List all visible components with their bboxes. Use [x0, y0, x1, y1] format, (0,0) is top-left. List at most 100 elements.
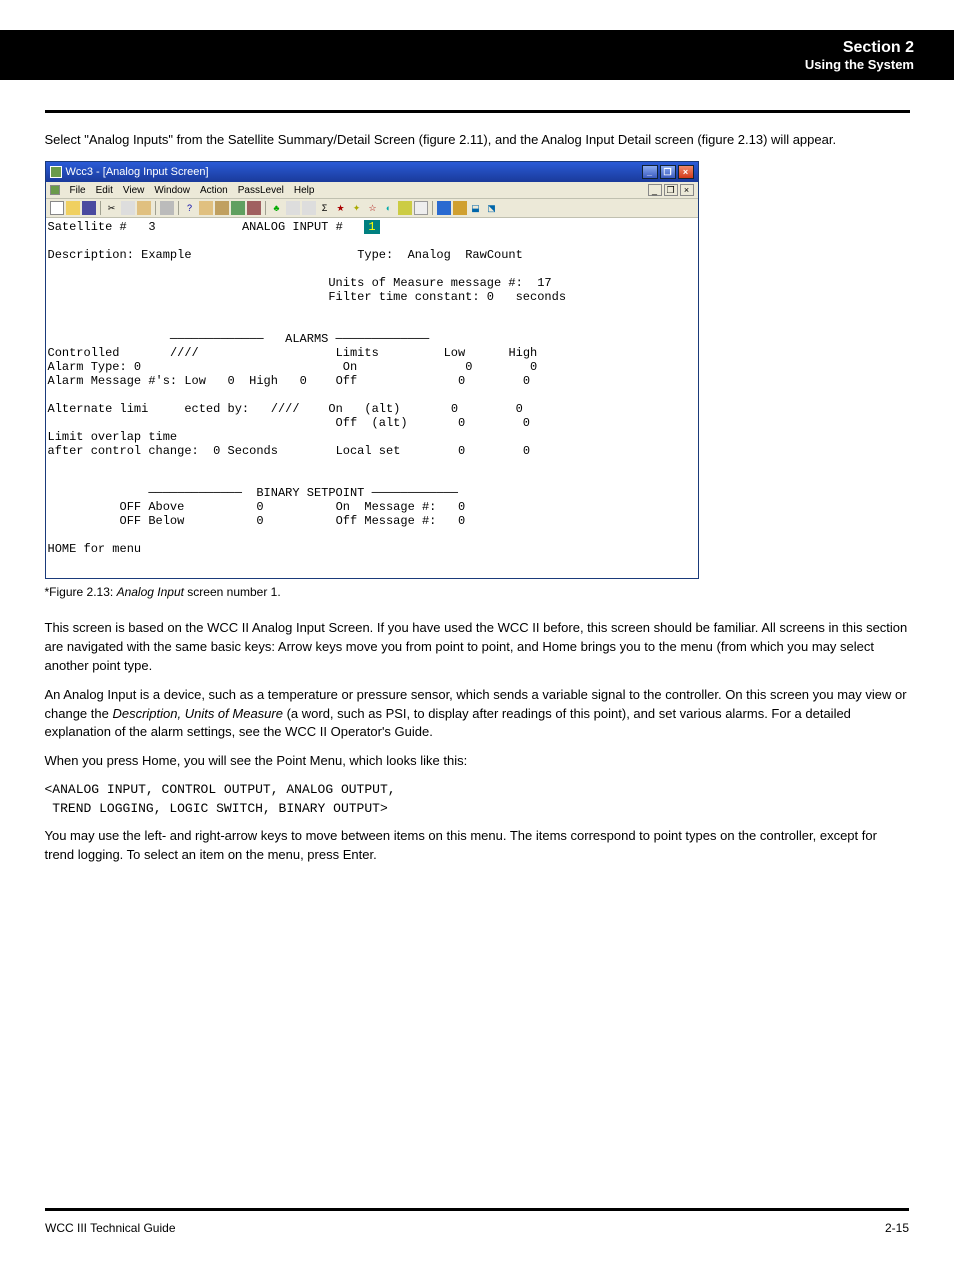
footer-left: WCC III Technical Guide [45, 1221, 176, 1235]
filter-label: Filter time constant: [328, 290, 479, 304]
off-below-label: OFF Below [120, 514, 185, 528]
tool-icon[interactable] [453, 201, 467, 215]
app-window: Wcc3 - [Analog Input Screen] _ ❐ × File … [45, 161, 699, 579]
on-msg-label: On Message #: [336, 500, 437, 514]
alt-off-label: Off (alt) [336, 416, 408, 430]
off-above-label: OFF Above [120, 500, 185, 514]
off-low[interactable]: 0 [458, 374, 465, 388]
tool-icon[interactable]: ⬓ [469, 201, 483, 215]
tool-icon[interactable] [398, 201, 412, 215]
alt-off-high[interactable]: 0 [523, 416, 530, 430]
alt-label: Alternate limi ected by: [48, 402, 250, 416]
tool-icon[interactable]: ♣ [270, 201, 284, 215]
footer: WCC III Technical Guide 2-15 [45, 1221, 909, 1235]
maximize-button[interactable]: ❐ [660, 165, 676, 179]
tool-icon[interactable]: ⬔ [485, 201, 499, 215]
localset-low[interactable]: 0 [458, 444, 465, 458]
copy-icon[interactable] [121, 201, 135, 215]
on-high[interactable]: 0 [530, 360, 537, 374]
window-titlebar: Wcc3 - [Analog Input Screen] _ ❐ × [46, 162, 698, 182]
overlap-value[interactable]: 0 [213, 444, 220, 458]
analog-input-num[interactable]: 1 [364, 220, 379, 234]
menu-action[interactable]: Action [200, 185, 228, 196]
menubar: File Edit View Window Action PassLevel H… [46, 182, 698, 199]
menu-passlevel[interactable]: PassLevel [238, 185, 284, 196]
close-button[interactable]: × [678, 165, 694, 179]
tool-icon[interactable]: Σ [318, 201, 332, 215]
alt-on-high[interactable]: 0 [516, 402, 523, 416]
limits-label: Limits [336, 346, 379, 360]
cut-icon[interactable]: ✂ [105, 201, 119, 215]
paragraph-2-em: Description, Units of Measure [112, 706, 283, 721]
window-title: Wcc3 - [Analog Input Screen] [66, 166, 209, 178]
menu-file[interactable]: File [70, 185, 86, 196]
alarm-msg-high[interactable]: 0 [300, 374, 307, 388]
filter-value[interactable]: 0 [487, 290, 494, 304]
print-icon[interactable] [160, 201, 174, 215]
type-value: Analog RawCount [408, 248, 523, 262]
tool-icon[interactable] [215, 201, 229, 215]
overlap-label2: after control change: [48, 444, 199, 458]
alarm-type-value[interactable]: 0 [134, 360, 141, 374]
mdi-restore-button[interactable]: ❐ [664, 184, 678, 196]
menu-window[interactable]: Window [154, 185, 190, 196]
type-label: Type: [357, 248, 393, 262]
tool-icon[interactable] [437, 201, 451, 215]
satellite-label: Satellite # [48, 220, 127, 234]
window-controls: _ ❐ × [642, 165, 694, 179]
controlled-value: //// [170, 346, 199, 360]
tool-icon[interactable] [286, 201, 300, 215]
alarm-msg-high-label: High [249, 374, 278, 388]
app-icon [50, 166, 62, 178]
alt-value: //// [271, 402, 300, 416]
on-msg-value[interactable]: 0 [458, 500, 465, 514]
paragraph-3: When you press Home, you will see the Po… [45, 752, 910, 771]
alt-on-low[interactable]: 0 [451, 402, 458, 416]
figure-caption: *Figure 2.13: Analog Input screen number… [45, 585, 910, 599]
mdi-minimize-button[interactable]: _ [648, 184, 662, 196]
toolbar: ✂ ? ♣ Σ ★ ✦ ☆ ◐ ⬓ ⬔ [46, 199, 698, 218]
menu-edit[interactable]: Edit [96, 185, 113, 196]
new-icon[interactable] [50, 201, 64, 215]
units-value[interactable]: 17 [537, 276, 551, 290]
open-icon[interactable] [66, 201, 80, 215]
off-msg-value[interactable]: 0 [458, 514, 465, 528]
alt-off-low[interactable]: 0 [458, 416, 465, 430]
tool-icon[interactable]: ☆ [366, 201, 380, 215]
alarm-msg-low[interactable]: 0 [228, 374, 235, 388]
save-icon[interactable] [82, 201, 96, 215]
tool-icon[interactable] [247, 201, 261, 215]
satellite-num: 3 [148, 220, 155, 234]
tool-icon[interactable] [414, 201, 428, 215]
description-label: Description: [48, 248, 134, 262]
separator-icon [155, 201, 156, 215]
section-subtitle: Using the System [805, 57, 914, 72]
analog-input-label: ANALOG INPUT # [242, 220, 343, 234]
tool-icon[interactable]: ✦ [350, 201, 364, 215]
menu-view[interactable]: View [123, 185, 145, 196]
alarm-type-label: Alarm Type: [48, 360, 127, 374]
localset-high[interactable]: 0 [523, 444, 530, 458]
off-high[interactable]: 0 [523, 374, 530, 388]
figure-rest: screen number 1. [184, 585, 281, 599]
paste-icon[interactable] [137, 201, 151, 215]
tool-icon[interactable]: ★ [334, 201, 348, 215]
off-below-value[interactable]: 0 [256, 514, 263, 528]
tool-icon[interactable]: ◐ [382, 201, 396, 215]
minimize-button[interactable]: _ [642, 165, 658, 179]
header-section: Section 2 Using the System [805, 39, 914, 72]
tool-icon[interactable] [199, 201, 213, 215]
header-rule [45, 110, 910, 113]
help-icon[interactable]: ? [183, 201, 197, 215]
point-menu-block: <ANALOG INPUT, CONTROL OUTPUT, ANALOG OU… [45, 781, 910, 819]
on-low[interactable]: 0 [465, 360, 472, 374]
mdi-close-button[interactable]: × [680, 184, 694, 196]
low-header: Low [444, 346, 466, 360]
description-value[interactable]: Example [141, 248, 191, 262]
alt-on-label: On (alt) [328, 402, 400, 416]
tool-icon[interactable] [302, 201, 316, 215]
menu-help[interactable]: Help [294, 185, 315, 196]
home-label: HOME for menu [48, 542, 142, 556]
tool-icon[interactable] [231, 201, 245, 215]
off-above-value[interactable]: 0 [256, 500, 263, 514]
